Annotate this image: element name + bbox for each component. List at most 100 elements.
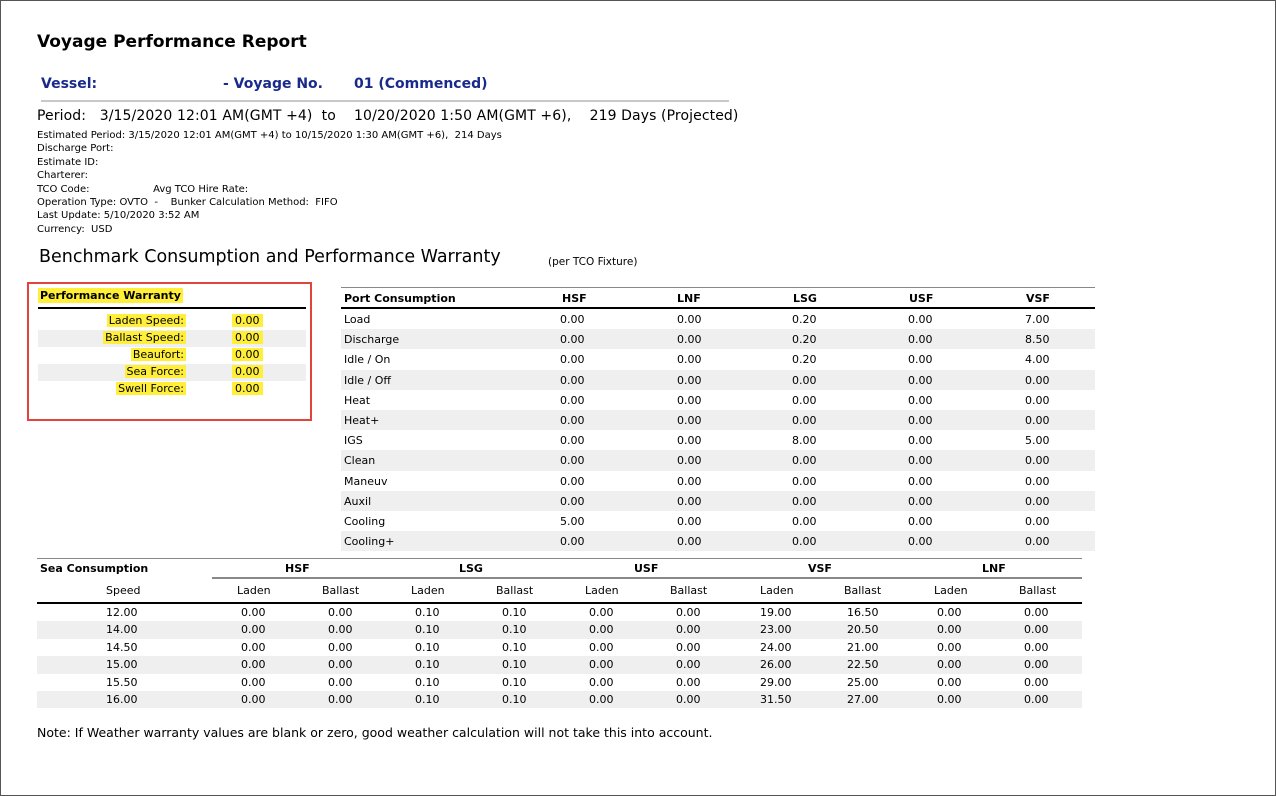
table-row: Clean 0.00 0.00 0.00 0.00 0.00 [341,450,1095,471]
sea-subheader: Ballast [322,584,360,597]
port-value-cell: 0.20 [792,313,817,326]
table-row: Heat 0.00 0.00 0.00 0.00 0.00 [341,390,1095,410]
table-row: 15.00 0.00 0.00 0.10 0.10 0.00 0.00 26.00 22.50 0… [37,656,1082,674]
table-row: IGS 0.00 0.00 8.00 0.00 5.00 [341,430,1095,450]
report-meta: Estimated Period: 3/15/2020 12:01 AM(GMT… [37,129,502,236]
sea-consumption-title: Sea Consumption [40,562,149,575]
meta-estimate-id: Estimate ID: [37,156,99,168]
sea-group-header: VSF [808,562,832,575]
port-value-cell: 0.00 [1025,454,1050,468]
port-value-cell: 0.00 [908,514,933,528]
warranty-value: 0.00 [232,314,263,327]
port-value-cell: 0.00 [908,454,933,468]
warranty-value: 0.00 [232,348,263,361]
sea-value-cell: 31.50 [760,692,792,706]
sea-value-cell: 29.00 [760,675,792,689]
port-value-cell: 0.00 [908,353,933,367]
meta-currency: Currency: USD [37,223,113,235]
sea-subheader: Laden [760,584,794,597]
port-activity-cell: Cooling [344,514,386,528]
sea-subheader: Laden [237,584,271,597]
warranty-label: Ballast Speed: [103,331,186,344]
port-value-cell: 0.00 [677,454,702,468]
sea-value-cell: 0.10 [415,658,440,672]
port-value-cell: 0.20 [792,353,817,367]
sea-value-cell: 0.00 [328,623,353,637]
sea-value-cell: 0.00 [589,658,614,672]
sea-consumption-table: Sea Consumption HSF LSG USF VSF LNF Speed Lad… [37,558,1082,709]
table-row: Cooling+ 0.00 0.00 0.00 0.00 0.00 [341,531,1095,552]
port-col-header: Port Consumption [344,292,456,305]
port-value-cell: 0.00 [560,434,585,448]
sea-value-cell: 0.00 [589,606,614,619]
port-value-cell: 0.00 [677,434,702,448]
table-row: 14.00 0.00 0.00 0.10 0.10 0.00 0.00 23.00 20.50 0… [37,621,1082,639]
sea-value-cell: 0.00 [328,606,353,619]
sea-value-cell: 0.10 [415,692,440,706]
table-row: 14.50 0.00 0.00 0.10 0.10 0.00 0.00 24.00 21.00 0… [37,639,1082,656]
performance-warranty-box: Performance Warranty Laden Speed: 0.00 B… [27,282,312,421]
period-line: Period: 3/15/2020 12:01 AM(GMT +4) to 10… [37,108,739,124]
warranty-row-sea-force: Sea Force: 0.00 [38,364,306,381]
sea-value-cell: 0.10 [502,692,527,706]
sea-value-cell: 0.00 [937,623,962,637]
port-value-cell: 0.00 [560,353,585,367]
sea-value-cell: 0.10 [502,658,527,672]
sea-value-cell: 0.00 [589,623,614,637]
port-value-cell: 0.00 [908,535,933,549]
sea-value-cell: 21.00 [847,640,879,654]
port-value-cell: 0.00 [1025,535,1050,549]
port-value-cell: 0.00 [677,413,702,427]
port-value-cell: 0.00 [560,373,585,387]
sea-value-cell: 0.00 [937,692,962,706]
sea-value-cell: 0.00 [328,640,353,654]
sea-subheader: Ballast [670,584,708,597]
sea-speed-cell: 16.00 [106,692,138,706]
port-value-cell: 0.00 [908,474,933,488]
sea-group-header: LNF [982,562,1006,575]
sea-value-cell: 27.00 [847,692,879,706]
warranty-row-laden-speed: Laden Speed: 0.00 [38,313,306,330]
port-value-cell: 0.00 [677,373,702,387]
port-consumption-table: Port Consumption HSF LNF LSG USF VSF Load 0.00… [341,287,1095,552]
sea-value-cell: 0.00 [937,658,962,672]
port-value-cell: 0.00 [677,393,702,407]
sea-speed-cell: 12.00 [106,606,138,619]
port-value-cell: 0.00 [677,333,702,347]
sea-speed-cell: 15.00 [106,658,138,672]
port-activity-cell: IGS [344,434,363,448]
port-value-cell: 0.00 [792,393,817,407]
sea-subheader: Ballast [496,584,534,597]
port-value-cell: 4.00 [1025,353,1050,367]
port-value-cell: 0.20 [792,333,817,347]
sea-value-cell: 0.00 [1024,675,1049,689]
sea-value-cell: 24.00 [760,640,792,654]
sea-value-cell: 0.00 [328,658,353,672]
warranty-value: 0.00 [232,365,263,378]
sea-value-cell: 20.50 [847,623,879,637]
table-row: Maneuv 0.00 0.00 0.00 0.00 0.00 [341,471,1095,491]
sea-value-cell: 0.00 [241,692,266,706]
port-value-cell: 0.00 [908,373,933,387]
port-value-cell: 0.00 [792,454,817,468]
port-value-cell: 0.00 [677,535,702,549]
sea-value-cell: 0.10 [502,675,527,689]
port-value-cell: 0.00 [677,313,702,326]
port-value-cell: 0.00 [677,514,702,528]
sea-value-cell: 16.50 [847,606,879,619]
port-value-cell: 0.00 [677,474,702,488]
sea-value-cell: 0.00 [937,640,962,654]
section-title: Benchmark Consumption and Performance Wa… [39,247,501,267]
table-row: Idle / On 0.00 0.00 0.20 0.00 4.00 [341,349,1095,369]
warranty-label: Laden Speed: [106,314,186,327]
sea-value-cell: 0.00 [676,623,701,637]
sea-value-cell: 0.00 [241,606,266,619]
port-value-cell: 5.00 [560,514,585,528]
port-value-cell: 0.00 [560,393,585,407]
table-row: Auxil 0.00 0.00 0.00 0.00 0.00 [341,490,1095,511]
port-activity-cell: Idle / Off [344,373,391,387]
port-activity-cell: Maneuv [344,474,388,488]
sea-value-cell: 0.00 [676,692,701,706]
sea-value-cell: 23.00 [760,623,792,637]
performance-warranty-header: Performance Warranty [38,288,306,309]
